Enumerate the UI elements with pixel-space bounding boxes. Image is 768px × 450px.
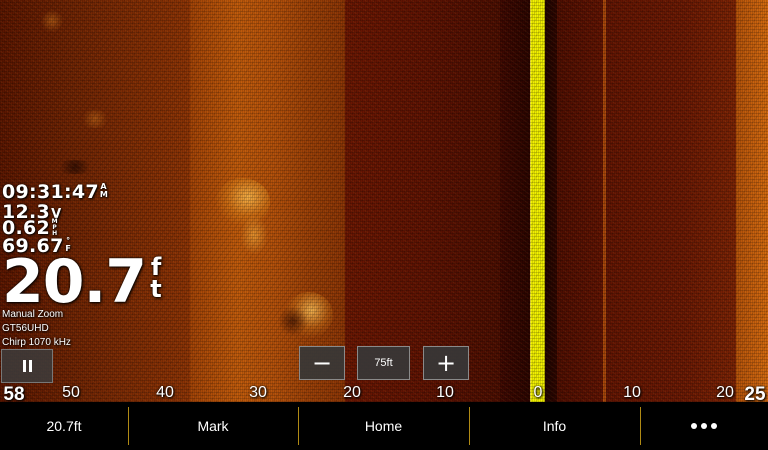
frequency-label: Chirp 1070 kHz bbox=[2, 337, 71, 348]
more-dots-icon bbox=[691, 423, 717, 429]
sonar-return bbox=[80, 110, 110, 128]
pause-button[interactable] bbox=[1, 349, 53, 383]
time-value: 09:31:47 bbox=[2, 181, 99, 203]
range-tick: 40 bbox=[156, 384, 174, 401]
pause-icon bbox=[22, 360, 32, 372]
sonar-band bbox=[606, 0, 736, 402]
zoom-mode-label: Manual Zoom bbox=[2, 309, 64, 320]
sonar-band bbox=[345, 0, 500, 402]
plus-icon: + bbox=[435, 349, 457, 377]
bottom-bar: 20.7ft Mark Home Info bbox=[0, 402, 768, 450]
zoom-level-button[interactable]: 75ft bbox=[357, 346, 410, 380]
range-tick: 30 bbox=[249, 384, 267, 401]
sonar-shadow bbox=[278, 306, 308, 336]
range-tick: 10 bbox=[623, 384, 641, 401]
depth-button[interactable]: 20.7ft bbox=[0, 402, 128, 450]
side-imaging-view[interactable] bbox=[0, 0, 768, 402]
zoom-out-button[interactable]: − bbox=[299, 346, 345, 380]
sonar-structure bbox=[240, 215, 268, 255]
sonar-band bbox=[310, 0, 345, 402]
time-unit: A M bbox=[99, 183, 108, 199]
sonar-shadow bbox=[55, 160, 95, 174]
sonar-band bbox=[736, 0, 768, 402]
range-tick: 10 bbox=[436, 384, 454, 401]
transducer-label: GT56UHD bbox=[2, 323, 49, 334]
water-column bbox=[545, 0, 557, 402]
more-button[interactable] bbox=[640, 402, 768, 450]
range-tick: 20 bbox=[343, 384, 361, 401]
sonar-band bbox=[557, 0, 605, 402]
depth-value: 20.7 bbox=[2, 247, 147, 317]
depth-unit: f t bbox=[148, 255, 164, 303]
home-button[interactable]: Home bbox=[298, 402, 469, 450]
mark-button[interactable]: Mark bbox=[128, 402, 298, 450]
depth-readout: 20.7 f t bbox=[2, 252, 164, 312]
range-tick: 50 bbox=[62, 384, 80, 401]
info-button[interactable]: Info bbox=[469, 402, 640, 450]
range-tick: 0 bbox=[533, 384, 543, 401]
minus-icon: − bbox=[311, 349, 333, 377]
time-unit-bottom: M bbox=[99, 190, 108, 199]
sonar-return bbox=[40, 10, 64, 32]
zoom-in-button[interactable]: + bbox=[423, 346, 469, 380]
water-column bbox=[500, 0, 530, 402]
depth-unit-bottom: t bbox=[150, 275, 162, 303]
range-tick: 20 bbox=[716, 384, 734, 401]
sonar-band bbox=[120, 0, 190, 402]
center-line bbox=[530, 0, 545, 402]
time-readout: 09:31:47 A M bbox=[2, 181, 108, 203]
